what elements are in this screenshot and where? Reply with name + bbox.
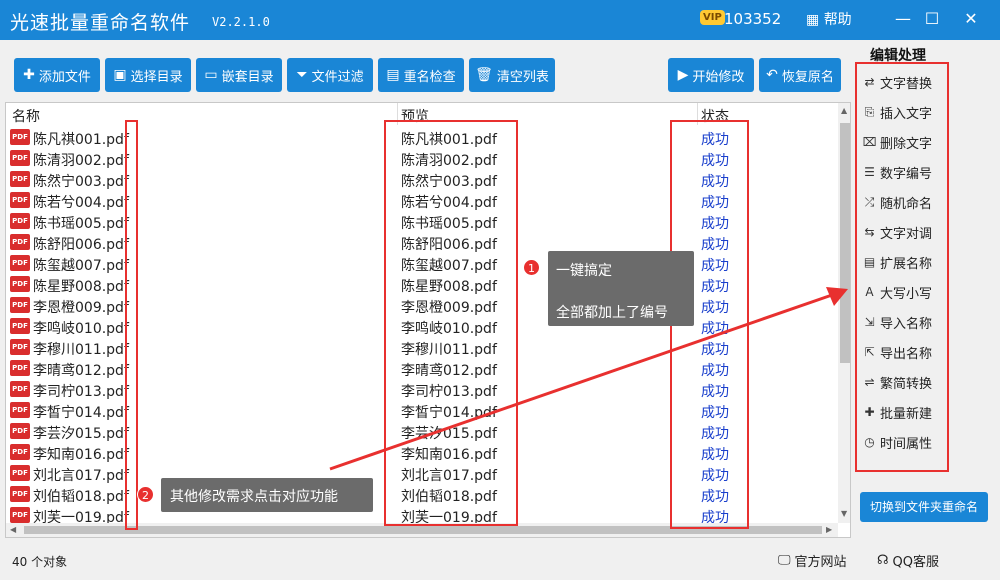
sidebar-item[interactable]: ⇆ 文字对调: [862, 219, 948, 245]
sidebar-item[interactable]: ⎘ 插入文字: [862, 99, 948, 125]
headset-icon: ☊: [877, 553, 889, 568]
sidebar-item-label: 文字替换: [880, 76, 933, 92]
switch-to-folder-rename-button[interactable]: 切换到文件夹重命名: [860, 492, 988, 522]
sidebar-item-label: 插入文字: [880, 106, 933, 122]
sidebar-item[interactable]: ⌧ 删除文字: [862, 129, 948, 155]
sidebar-item-label: 导出名称: [880, 346, 933, 362]
sidebar-item-icon: ▤: [863, 255, 876, 269]
sidebar-item-icon: ⌧: [862, 135, 877, 149]
sidebar-item-label: 删除文字: [880, 136, 933, 152]
sidebar-item-icon: ◷: [864, 435, 875, 449]
sidebar-item-label: 时间属性: [880, 436, 933, 452]
sidebar-item-label: 数字编号: [880, 166, 933, 182]
sidebar-item[interactable]: A 大写小写: [862, 279, 948, 305]
sidebar-item-icon: A: [865, 285, 874, 299]
official-website-link[interactable]: 🖵 官方网站: [778, 551, 847, 570]
sidebar-item-icon: ⇲: [864, 315, 875, 329]
sidebar-item-icon: ✚: [864, 405, 875, 419]
sidebar-item-icon: ⇄: [864, 75, 875, 89]
sidebar-item[interactable]: ▤ 扩展名称: [862, 249, 948, 275]
status-bar: 40 个对象 🖵 官方网站 ☊ QQ客服: [0, 545, 1000, 580]
sidebar-item-label: 随机命名: [880, 196, 933, 212]
sidebar-item[interactable]: ◷ 时间属性: [862, 429, 948, 455]
object-count: 40 个对象: [12, 555, 68, 569]
sidebar-item[interactable]: ⇌ 繁简转换: [862, 369, 948, 395]
sidebar-item[interactable]: ⇲ 导入名称: [862, 309, 948, 335]
qq-support-label: QQ客服: [892, 555, 940, 570]
sidebar-item[interactable]: ✚ 批量新建: [862, 399, 948, 425]
sidebar-item[interactable]: ☰ 数字编号: [862, 159, 948, 185]
monitor-icon: 🖵: [778, 553, 791, 568]
sidebar-item-icon: ⎘: [864, 104, 875, 119]
sidebar-item[interactable]: ⇄ 文字替换: [862, 69, 948, 95]
annotation-arrow-icon: [329, 287, 848, 471]
sidebar-item-label: 扩展名称: [880, 256, 933, 272]
sidebar-item-icon: ⇱: [864, 345, 875, 359]
sidebar-item-label: 繁简转换: [880, 376, 933, 392]
sidebar-item-icon: ⤮: [864, 194, 875, 209]
sidebar-item-label: 批量新建: [880, 406, 933, 422]
sidebar-item[interactable]: ⇱ 导出名称: [862, 339, 948, 365]
sidebar-item-icon: ☰: [864, 165, 875, 179]
sidebar-item-label: 导入名称: [880, 316, 933, 332]
sidebar-title: 编辑处理: [870, 48, 926, 64]
sidebar-item-icon: ⇌: [864, 375, 875, 389]
sidebar-item-icon: ⇆: [864, 225, 875, 239]
official-website-label: 官方网站: [794, 555, 847, 570]
sidebar-item-label: 文字对调: [880, 226, 933, 242]
sidebar-item[interactable]: ⤮ 随机命名: [862, 189, 948, 215]
qq-support-link[interactable]: ☊ QQ客服: [877, 551, 939, 570]
sidebar-item-label: 大写小写: [880, 286, 933, 302]
